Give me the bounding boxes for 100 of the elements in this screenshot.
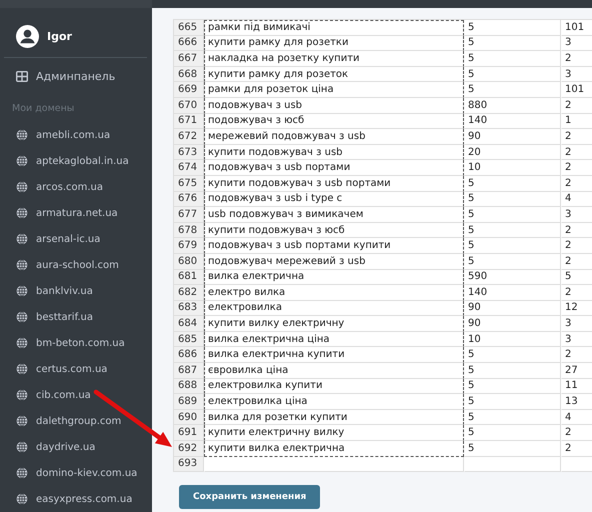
avatar-icon [16,25,39,48]
table-cell: купити подовжувач з usb [204,144,464,160]
table-cell: 140 [464,285,561,301]
domain-link[interactable]: banklviv.ua [0,278,152,304]
row-number: 669 [174,82,204,98]
row-number: 689 [174,394,204,410]
table-cell: 140 [464,114,561,130]
table-cell: 5 [464,222,561,238]
save-button[interactable]: Сохранить изменения [179,485,320,510]
table-cell: 10 [464,332,561,348]
row-number: 690 [174,410,204,426]
table-cell: 5 [464,394,561,410]
table-cell: 5 [464,254,561,270]
table-cell: 590 [464,270,561,286]
domain-link[interactable]: aura-school.com [0,252,152,278]
table-cell: подовжувач з usb портами купити [204,238,464,254]
table-cell: 101 [561,82,592,98]
table-cell: 5 [464,66,561,82]
table-cell: 2 [561,285,592,301]
globe-icon [16,285,28,297]
globe-icon [16,233,28,245]
table-cell: 2 [561,425,592,442]
table-cell: 5 [464,192,561,208]
user-name: Igor [47,30,72,43]
row-number: 673 [174,144,204,160]
table-cell: 5 [464,441,561,457]
table-cell: 90 [464,316,561,332]
table-cell: 5 [464,425,561,442]
table-cell: накладка на розетку купити [204,51,464,67]
row-number: 693 [174,456,204,472]
row-number: 667 [174,51,204,67]
table-cell: рамки для розеток ціна [204,82,464,98]
table-cell: 3 [561,66,592,82]
domain-link[interactable]: aptekaglobal.in.ua [0,148,152,174]
domain-link[interactable]: amebli.com.ua [0,122,152,148]
table-cell: 5 [561,270,592,286]
table-cell: купити вилка електрична [204,441,464,457]
globe-icon [16,259,28,271]
table-cell: 5 [464,51,561,67]
table-cell: 2 [561,222,592,238]
globe-icon [16,467,28,479]
row-number: 674 [174,160,204,176]
table-cell: 2 [561,347,592,364]
table-cell: подовжувач мережевий з usb [204,254,464,270]
table-cell: 13 [561,394,592,410]
domain-link[interactable]: cib.com.ua [0,382,152,408]
table-cell: 5 [464,82,561,98]
domain-link[interactable]: dalethgroup.com [0,408,152,434]
globe-icon [16,441,28,453]
row-number: 676 [174,192,204,208]
table-cell: 20 [464,144,561,160]
table-cell: купити подовжувач з usb портами [204,176,464,192]
domain-link[interactable]: domino-kiev.com.ua [0,460,152,486]
table-cell: 2 [561,129,592,145]
domain-link[interactable]: besttarif.ua [0,304,152,330]
table-cell: електровилка [204,300,464,316]
table-cell: купити вилку електричну [204,316,464,332]
domain-link[interactable]: arsenal-ic.ua [0,226,152,252]
row-number: 692 [174,441,204,457]
grid-icon [16,71,28,82]
section-heading: Мои домены [11,102,76,116]
row-number: 678 [174,222,204,238]
globe-icon [16,415,28,427]
table-cell: 3 [561,316,592,332]
table-cell: вилка для розетки купити [204,410,464,426]
table-cell: подовжувач з usb і type c [204,192,464,208]
table-cell: 2 [561,144,592,160]
table-cell: 2 [561,238,592,254]
row-number: 666 [174,36,204,52]
table-cell: 27 [561,363,592,379]
nav-item[interactable]: Админпанель [0,58,152,83]
globe-icon [16,207,28,219]
table-cell: 2 [561,98,592,114]
domain-link[interactable]: bm-beton.com.ua [0,330,152,356]
table-cell: 3 [561,332,592,348]
table-cell: 5 [464,176,561,192]
table-cell: 880 [464,98,561,114]
table-cell: 5 [464,238,561,254]
globe-icon [16,493,28,505]
table-cell: мережевий подовжувач з usb [204,129,464,145]
domain-link[interactable]: easyxpress.com.ua [0,486,152,512]
table-cell: електровилка ціна [204,394,464,410]
table-cell: 4 [561,192,592,208]
table-cell: 2 [561,160,592,176]
table-cell: 2 [561,254,592,270]
globe-icon [16,129,28,141]
table-cell: 5 [464,363,561,379]
table-cell: електро вилка [204,285,464,301]
domain-link[interactable]: arcos.com.ua [0,174,152,200]
table-cell: євровилка ціна [204,363,464,379]
row-number: 682 [174,285,204,301]
row-number: 680 [174,254,204,270]
table-cell: подовжувач з usb [204,98,464,114]
table-cell: 2 [561,176,592,192]
table-cell: 5 [464,36,561,52]
table-cell: купити рамку для розеток [204,66,464,82]
table-cell: подовжувач з юсб [204,114,464,130]
domain-link[interactable]: certus.com.ua [0,356,152,382]
domain-link[interactable]: daydrive.ua [0,434,152,460]
domain-link[interactable]: armatura.net.ua [0,200,152,226]
